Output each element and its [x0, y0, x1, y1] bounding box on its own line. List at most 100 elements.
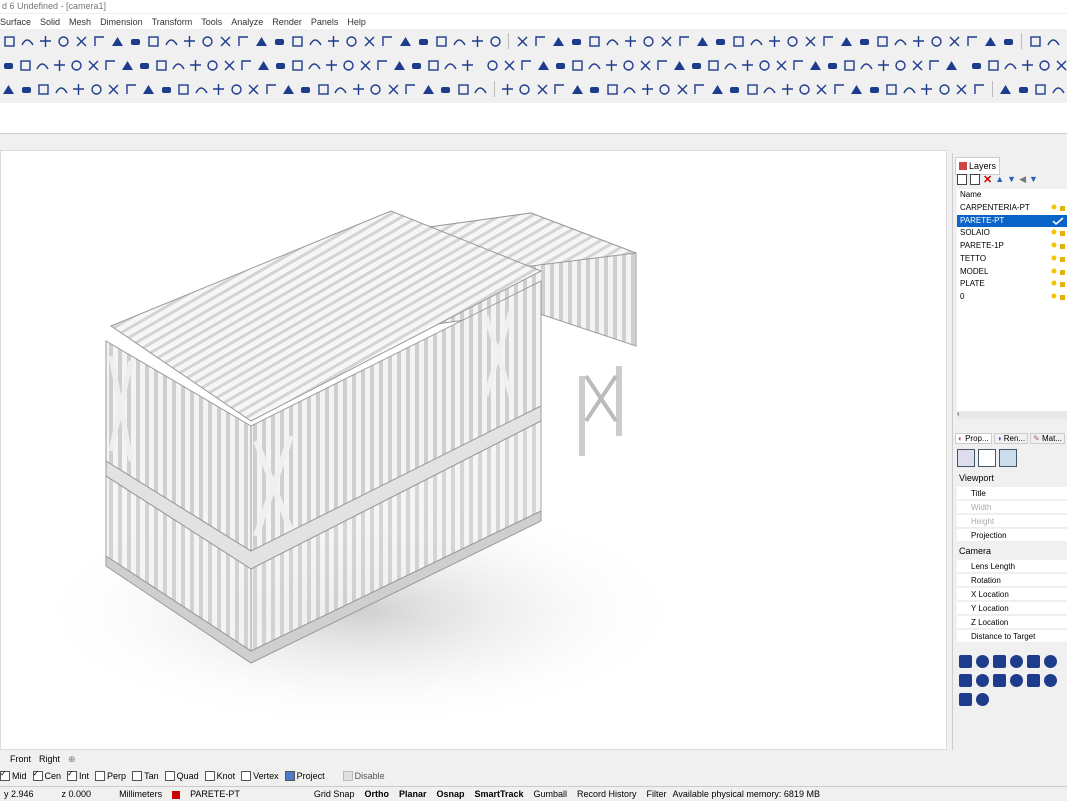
curve-tool-icon[interactable]: [1004, 58, 1017, 72]
ortho-button[interactable]: Ortho: [364, 789, 389, 799]
disable-checkbox[interactable]: [342, 771, 353, 781]
circle-tool-icon[interactable]: [206, 58, 219, 72]
osnap-option[interactable]: Quad: [164, 771, 199, 781]
property-row[interactable]: Projection: [957, 529, 1067, 542]
circle-tool-icon[interactable]: [1038, 58, 1051, 72]
curve-tool-icon[interactable]: [724, 58, 737, 72]
cone-tool-icon[interactable]: [142, 82, 155, 96]
menu-solid[interactable]: Solid: [40, 17, 60, 27]
layer-row[interactable]: TETTO: [957, 253, 1067, 265]
osnap-option[interactable]: Perp: [95, 771, 126, 781]
trim-tool-icon[interactable]: [515, 34, 529, 48]
cone-tool-icon[interactable]: [121, 58, 134, 72]
box-tool-icon[interactable]: [731, 34, 745, 48]
menu-panels[interactable]: Panels: [311, 17, 339, 27]
trim-tool-icon[interactable]: [775, 58, 788, 72]
polyline-tool-icon[interactable]: [533, 34, 547, 48]
osnap-checkbox[interactable]: [32, 769, 43, 781]
cone-tool-icon[interactable]: [393, 58, 406, 72]
solid-tool-icon[interactable]: [554, 58, 567, 72]
status-layer[interactable]: PARETE-PT: [172, 789, 250, 799]
cone-tool-icon[interactable]: [983, 34, 997, 48]
lightbulb-icon[interactable]: [1051, 229, 1065, 237]
panel-solid-tool-icon[interactable]: [976, 674, 989, 687]
curve-tool-icon[interactable]: [444, 58, 457, 72]
cone-tool-icon[interactable]: [257, 58, 270, 72]
circle-tool-icon[interactable]: [938, 82, 951, 96]
panel-solid-tool-icon[interactable]: [1044, 655, 1057, 668]
polyline-tool-icon[interactable]: [553, 82, 566, 96]
layer-row[interactable]: SOLAIO: [957, 227, 1067, 239]
box-tool-icon[interactable]: [457, 82, 470, 96]
circle-tool-icon[interactable]: [342, 58, 355, 72]
solid-tool-icon[interactable]: [416, 34, 430, 48]
panel-solid-tool-icon[interactable]: [959, 655, 972, 668]
osnap-option[interactable]: Knot: [204, 771, 235, 781]
solid-tool-icon[interactable]: [970, 58, 983, 72]
solid-tool-icon[interactable]: [410, 58, 423, 72]
filter-button[interactable]: Filter: [647, 789, 667, 799]
curve-tool-icon[interactable]: [605, 34, 619, 48]
trim-tool-icon[interactable]: [359, 58, 372, 72]
polyline-tool-icon[interactable]: [656, 58, 669, 72]
cone-tool-icon[interactable]: [422, 82, 435, 96]
curve-tool-icon[interactable]: [54, 82, 68, 96]
property-row[interactable]: X Location: [957, 588, 1067, 601]
box-tool-icon[interactable]: [885, 82, 898, 96]
circle-tool-icon[interactable]: [89, 82, 102, 96]
curve-tool-icon[interactable]: [36, 58, 49, 72]
trim-tool-icon[interactable]: [387, 82, 400, 96]
box-tool-icon[interactable]: [37, 82, 50, 96]
panel-solid-tool-icon[interactable]: [959, 674, 972, 687]
cone-tool-icon[interactable]: [673, 58, 686, 72]
polyline-tool-icon[interactable]: [677, 34, 691, 48]
trim-tool-icon[interactable]: [107, 82, 120, 96]
polyline-tool-icon[interactable]: [693, 82, 706, 96]
polyline-tool-icon[interactable]: [240, 58, 253, 72]
curve-tool-icon[interactable]: [588, 58, 601, 72]
record-history-button[interactable]: Record History: [577, 789, 637, 799]
polyline-tool-icon[interactable]: [404, 82, 417, 96]
new-layer-icon[interactable]: [957, 173, 967, 185]
gumball-button[interactable]: Gumball: [534, 789, 568, 799]
tab-right[interactable]: Right: [39, 754, 60, 764]
camera-icon[interactable]: [957, 449, 975, 467]
move-down-icon[interactable]: ▼: [1007, 174, 1016, 184]
curve-tool-icon[interactable]: [452, 34, 466, 48]
circle-tool-icon[interactable]: [229, 82, 242, 96]
panel-solid-tool-icon[interactable]: [993, 655, 1006, 668]
trim-tool-icon[interactable]: [536, 82, 549, 96]
osnap-checkbox[interactable]: [67, 769, 78, 781]
current-layer-check-icon[interactable]: [1051, 217, 1065, 225]
osnap-checkbox[interactable]: [95, 771, 106, 781]
point-tool-icon[interactable]: [605, 58, 618, 72]
trim-tool-icon[interactable]: [947, 34, 961, 48]
solid-tool-icon[interactable]: [826, 58, 839, 72]
curve-tool-icon[interactable]: [903, 82, 916, 96]
box-tool-icon[interactable]: [745, 82, 758, 96]
panel-solid-tool-icon[interactable]: [1027, 655, 1040, 668]
trim-tool-icon[interactable]: [362, 34, 376, 48]
point-tool-icon[interactable]: [326, 34, 340, 48]
property-row[interactable]: Title: [957, 487, 1067, 500]
solid-tool-icon[interactable]: [299, 82, 312, 96]
curve-tool-icon[interactable]: [20, 34, 34, 48]
cone-tool-icon[interactable]: [945, 58, 958, 72]
property-row[interactable]: Distance to Target: [957, 630, 1067, 643]
view-icon[interactable]: [978, 449, 996, 467]
curve-tool-icon[interactable]: [860, 58, 873, 72]
osnap-checkbox[interactable]: [204, 771, 215, 781]
panel-solid-tool-icon[interactable]: [1027, 674, 1040, 687]
point-tool-icon[interactable]: [72, 82, 85, 96]
tab-rendering[interactable]: ◑ Ren...: [993, 433, 1029, 444]
menu-mesh[interactable]: Mesh: [69, 17, 91, 27]
property-row[interactable]: Lens Length: [957, 560, 1067, 573]
point-tool-icon[interactable]: [877, 58, 890, 72]
circle-tool-icon[interactable]: [894, 58, 907, 72]
polyline-tool-icon[interactable]: [380, 34, 394, 48]
solid-tool-icon[interactable]: [728, 82, 741, 96]
point-tool-icon[interactable]: [470, 34, 484, 48]
layer-row[interactable]: PARETE-PT: [957, 214, 1067, 227]
polyline-tool-icon[interactable]: [264, 82, 277, 96]
point-tool-icon[interactable]: [640, 82, 653, 96]
